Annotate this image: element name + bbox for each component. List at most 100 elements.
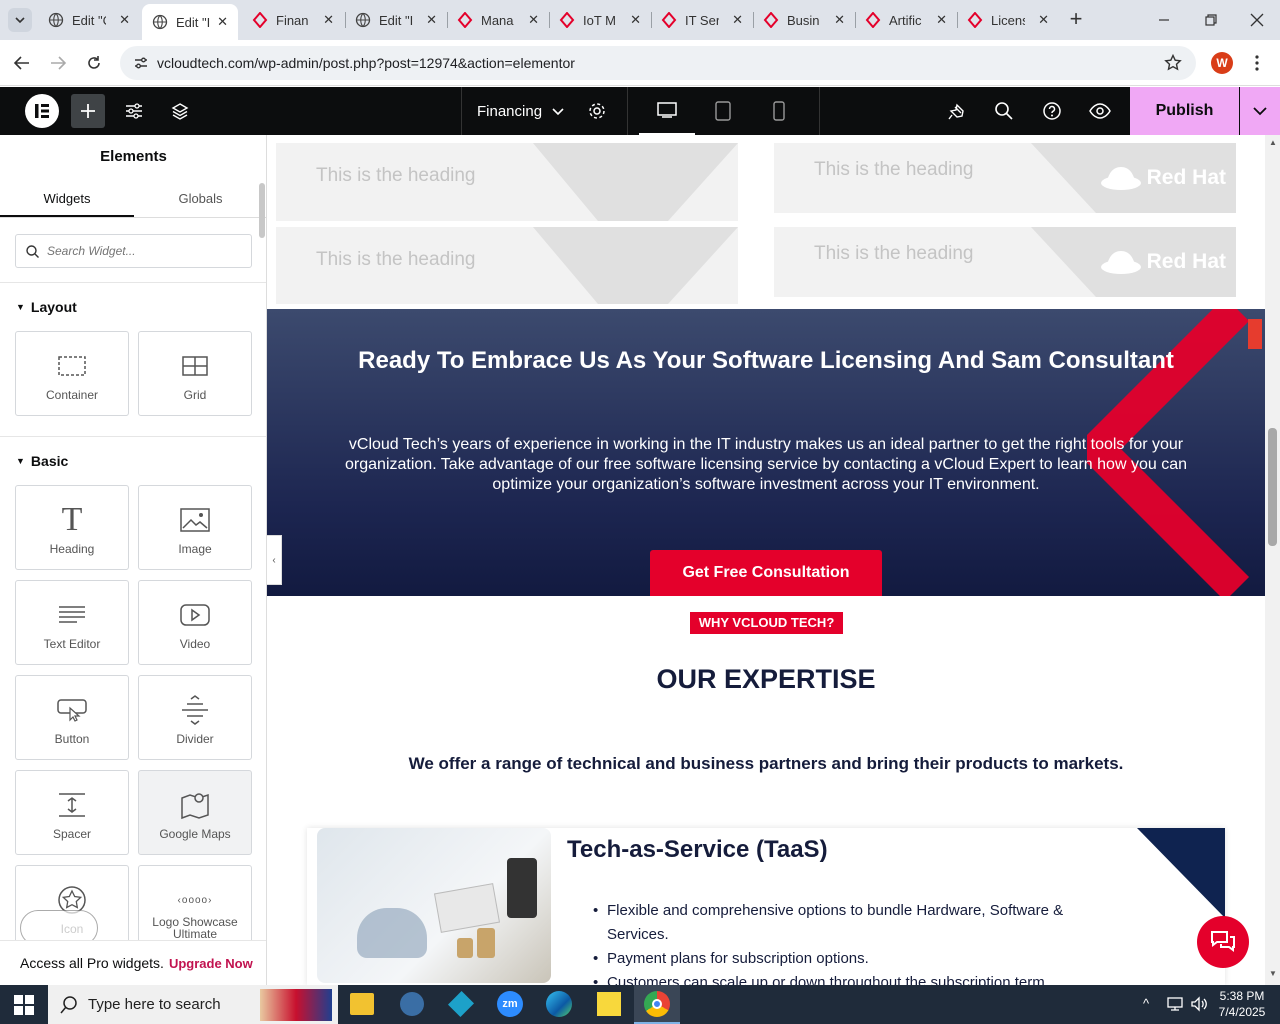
- scroll-up-icon[interactable]: ▲: [1269, 138, 1277, 147]
- reload-icon[interactable]: [84, 53, 104, 73]
- site-info-icon[interactable]: [130, 56, 152, 70]
- collapse-panel-button[interactable]: ‹: [267, 535, 282, 585]
- taskbar-search-box[interactable]: Type here to search: [48, 985, 338, 1024]
- widget-grid[interactable]: Grid: [138, 331, 252, 416]
- close-tab-icon[interactable]: ✕: [732, 12, 743, 28]
- zoom-icon[interactable]: zm: [497, 991, 523, 1017]
- scroll-down-icon[interactable]: ▼: [1269, 969, 1277, 978]
- new-tab-button[interactable]: +: [1064, 8, 1088, 32]
- app-icon[interactable]: [447, 990, 475, 1018]
- canvas-scrollbar[interactable]: ▲ ▼: [1265, 135, 1280, 985]
- close-window-icon[interactable]: [1248, 11, 1266, 29]
- close-tab-icon[interactable]: ✕: [1038, 12, 1049, 28]
- search-widget-field[interactable]: [15, 234, 252, 268]
- windows-start-icon[interactable]: [14, 995, 34, 1015]
- widget-button[interactable]: Button: [15, 675, 129, 760]
- redhat-icon: [967, 12, 983, 28]
- layout-section-toggle[interactable]: ▼ Layout: [16, 299, 77, 315]
- tab-widgets[interactable]: Widgets: [0, 180, 134, 218]
- widget-heading[interactable]: T Heading: [15, 485, 129, 570]
- help-icon[interactable]: [1040, 87, 1064, 135]
- browser-menu-icon[interactable]: [1252, 54, 1262, 72]
- heading-card[interactable]: This is the heading: [276, 143, 738, 221]
- widget-text-editor[interactable]: Text Editor: [15, 580, 129, 665]
- redhat-icon: [865, 12, 881, 28]
- widget-divider[interactable]: Divider: [138, 675, 252, 760]
- file-explorer-icon[interactable]: [350, 993, 374, 1015]
- structure-layers-icon[interactable]: [168, 87, 192, 135]
- scroll-thumb[interactable]: [1268, 428, 1277, 546]
- chat-widget-button[interactable]: [1197, 916, 1249, 968]
- page-dropdown[interactable]: Financing: [477, 87, 572, 135]
- desktop-view-icon[interactable]: [639, 87, 695, 135]
- browser-tab[interactable]: IoT M ✕: [549, 5, 651, 35]
- upgrade-now-link[interactable]: Upgrade Now: [169, 956, 253, 971]
- close-tab-icon[interactable]: ✕: [834, 12, 845, 28]
- search-icon[interactable]: [992, 87, 1016, 135]
- close-tab-icon[interactable]: ✕: [217, 14, 228, 30]
- notes-icon[interactable]: [945, 87, 969, 135]
- preview-eye-icon[interactable]: [1088, 87, 1112, 135]
- why-vcloud-badge: WHY VCLOUD TECH?: [690, 612, 843, 634]
- heading-card[interactable]: This is the heading Red Hat: [774, 143, 1236, 213]
- restore-icon[interactable]: [1202, 11, 1220, 29]
- browser-tab[interactable]: Edit "I ✕: [345, 5, 447, 35]
- clock[interactable]: 5:38 PM 7/4/2025: [1212, 988, 1272, 1020]
- tablet-view-icon[interactable]: [710, 87, 736, 135]
- back-icon[interactable]: [12, 54, 32, 72]
- minimize-icon[interactable]: [1155, 11, 1173, 29]
- volume-icon[interactable]: [1190, 996, 1208, 1012]
- browser-tab[interactable]: IT Ser ✕: [651, 5, 753, 35]
- bookmark-star-icon[interactable]: [1164, 53, 1182, 75]
- redhat-icon: [763, 12, 779, 28]
- network-icon[interactable]: [1166, 996, 1184, 1012]
- page-settings-gear-icon[interactable]: [586, 87, 608, 135]
- add-element-icon[interactable]: [71, 94, 105, 128]
- widget-google-maps[interactable]: Google Maps: [138, 770, 252, 855]
- widget-video[interactable]: Video: [138, 580, 252, 665]
- heading-card[interactable]: This is the heading: [276, 227, 738, 304]
- tab-globals[interactable]: Globals: [134, 180, 266, 218]
- widget-label: Divider: [176, 732, 214, 746]
- chrome-taskbar-item[interactable]: [634, 985, 680, 1024]
- browser-tab[interactable]: Mana ✕: [447, 5, 549, 35]
- widget-container[interactable]: Container: [15, 331, 129, 416]
- basic-section-toggle[interactable]: ▼ Basic: [16, 453, 68, 469]
- system-tray-chevron-icon[interactable]: ^: [1143, 996, 1149, 1011]
- widget-image[interactable]: Image: [138, 485, 252, 570]
- widget-logo-showcase[interactable]: ‹oooo› Logo Showcase Ultimate: [138, 865, 252, 950]
- tab-search-button[interactable]: [8, 8, 32, 32]
- profile-avatar[interactable]: W: [1211, 52, 1233, 74]
- elementor-logo-icon[interactable]: [24, 87, 60, 135]
- publish-button[interactable]: Publish: [1130, 87, 1239, 135]
- browser-tab-active[interactable]: Edit "I ✕: [142, 4, 238, 40]
- site-settings-icon[interactable]: [122, 87, 146, 135]
- browser-tab[interactable]: Licens ✕: [957, 5, 1059, 35]
- panel-scrollbar[interactable]: [259, 183, 265, 238]
- close-tab-icon[interactable]: ✕: [323, 12, 334, 28]
- close-tab-icon[interactable]: ✕: [630, 12, 641, 28]
- chevron-left-icon: ‹: [272, 554, 276, 566]
- edge-icon[interactable]: [546, 991, 572, 1017]
- close-tab-icon[interactable]: ✕: [528, 12, 539, 28]
- get-free-consultation-button[interactable]: Get Free Consultation: [650, 550, 882, 596]
- close-tab-icon[interactable]: ✕: [119, 12, 130, 28]
- browser-tab[interactable]: Busin ✕: [753, 5, 855, 35]
- close-tab-icon[interactable]: ✕: [936, 12, 947, 28]
- close-tab-icon[interactable]: ✕: [426, 12, 437, 28]
- search-widget-input[interactable]: [47, 244, 237, 258]
- browser-tab[interactable]: Artific ✕: [855, 5, 957, 35]
- widget-spacer[interactable]: Spacer: [15, 770, 129, 855]
- heading-card[interactable]: This is the heading Red Hat: [774, 227, 1236, 297]
- browser-tab[interactable]: Finan ✕: [242, 5, 344, 35]
- publish-options-button[interactable]: [1240, 87, 1280, 135]
- logo-text: Red Hat: [1146, 166, 1226, 189]
- forward-icon[interactable]: [48, 54, 68, 72]
- redhat-icon: [661, 12, 677, 28]
- app-icon[interactable]: [400, 992, 424, 1016]
- globe-icon: [355, 12, 371, 28]
- sticky-notes-icon[interactable]: [597, 992, 621, 1016]
- browser-tab[interactable]: Edit "C ✕: [38, 5, 140, 35]
- url-field[interactable]: vcloudtech.com/wp-admin/post.php?post=12…: [120, 46, 1196, 80]
- mobile-view-icon[interactable]: [768, 87, 790, 135]
